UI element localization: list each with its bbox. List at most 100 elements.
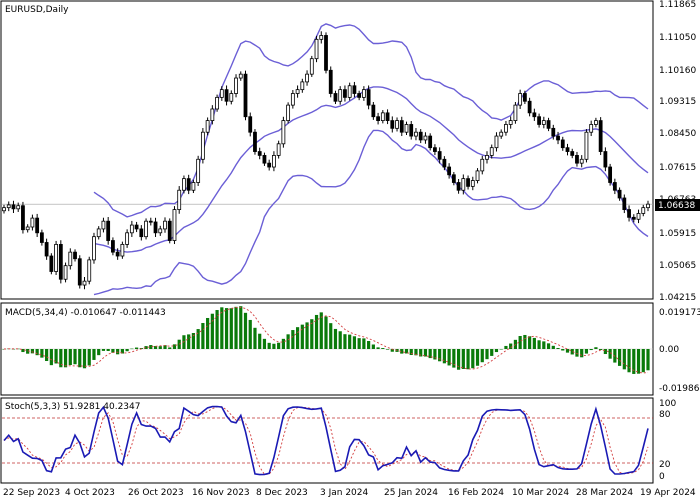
candle-body (319, 35, 324, 40)
macd-y-tick: 0.00 (659, 345, 679, 355)
candle-body (333, 93, 338, 102)
candle-body (96, 228, 101, 238)
candle-body (608, 166, 613, 183)
macd-bar (329, 323, 333, 349)
candle-body (527, 100, 532, 114)
macd-bar (187, 334, 191, 349)
macd-bar (201, 322, 205, 349)
candle-body (556, 135, 560, 141)
candle-body (627, 209, 631, 218)
macd-bar (475, 349, 480, 366)
x-label: 22 Sep 2023 (3, 488, 60, 498)
candle-body (499, 131, 504, 137)
candle-body (504, 124, 508, 133)
candle-body (480, 158, 485, 172)
candle-body (286, 104, 291, 121)
candle-body (210, 108, 215, 121)
stoch-main-line (3, 405, 649, 476)
macd-bar (556, 347, 560, 349)
macd-bar (357, 338, 361, 349)
candle-body (267, 162, 272, 168)
candle-body (200, 131, 205, 160)
candle-body (30, 217, 35, 228)
candle-body (579, 158, 584, 164)
candle-body (390, 120, 395, 129)
macd-bar (485, 349, 489, 360)
candle-body (594, 120, 598, 125)
macd-bar (580, 349, 584, 358)
candle-body (532, 112, 537, 118)
candle-body (224, 89, 229, 102)
candle-body (186, 178, 191, 191)
macd-bar (277, 342, 281, 349)
candle-body (617, 189, 622, 199)
x-label: 16 Nov 2023 (192, 488, 250, 498)
candle-body (234, 77, 238, 94)
candle-body (295, 89, 300, 94)
candle-body (238, 73, 243, 79)
macd-bar (196, 329, 200, 349)
candle-body (598, 120, 603, 152)
macd-bar (272, 343, 276, 349)
main-y-tick: 1.05915 (659, 229, 696, 239)
eurusd-chart: EURUSD,Daily MACD(5,34,4) -0.010647 -0.0… (0, 0, 700, 500)
x-label: 3 Jan 2024 (320, 488, 368, 498)
candle-body (309, 58, 314, 75)
chart-svg: EURUSD,Daily MACD(5,34,4) -0.010647 -0.0… (0, 0, 700, 498)
main-y-tick: 1.11050 (659, 33, 696, 43)
macd-bar (646, 349, 650, 371)
candle-body (475, 170, 480, 181)
candle-body (385, 112, 390, 121)
candle-body (172, 209, 177, 241)
x-label: 25 Jan 2024 (384, 488, 438, 498)
candle-body (163, 220, 167, 230)
macd-bar (594, 347, 598, 349)
macd-bar (371, 344, 375, 349)
stoch-layer (2, 405, 653, 476)
main-y-tick: 1.10160 (659, 66, 696, 76)
macd-bar (338, 331, 342, 349)
macd-bar (376, 347, 380, 349)
main-y-tick: 1.07615 (659, 163, 696, 173)
candle-body (177, 189, 182, 210)
macd-bar (125, 349, 129, 352)
candle-body (35, 217, 40, 234)
candle-body (447, 166, 452, 176)
macd-bar (333, 328, 338, 349)
macd-bar (348, 334, 352, 349)
bollinger-upper-band (93, 23, 649, 218)
macd-bar (300, 324, 304, 349)
candle-body (257, 151, 262, 156)
candle-body (305, 73, 309, 83)
macd-bar (546, 343, 551, 349)
main-title: EURUSD,Daily (5, 5, 69, 15)
stoch-title: Stoch(5,3,3) 51.9281 40.2347 (5, 402, 140, 412)
macd-bar (215, 310, 219, 349)
candle-body (248, 116, 253, 133)
candle-body (489, 147, 494, 156)
macd-bar (243, 312, 248, 349)
candle-body (357, 93, 362, 98)
macd-bar (177, 339, 181, 349)
macd-bar (267, 342, 271, 349)
price-badge-label: 1.06638 (658, 201, 695, 211)
candle-body (68, 251, 73, 267)
macd-bar (627, 349, 631, 373)
macd-bar (248, 319, 252, 349)
candle-body (58, 244, 63, 280)
candle-body (101, 220, 106, 230)
bollinger-middle-band (93, 86, 649, 253)
candle-body (253, 131, 257, 152)
candle-body (414, 131, 418, 137)
macd-bar (73, 349, 77, 365)
main-y-tick: 1.09315 (659, 97, 696, 107)
macd-bar (362, 338, 366, 349)
candle-body (16, 205, 21, 210)
candle-body (134, 224, 139, 230)
macd-bar (561, 349, 565, 351)
macd-bar (617, 349, 622, 366)
x-label: 4 Oct 2023 (65, 488, 115, 498)
stoch-signal-line (3, 406, 649, 475)
candle-body (148, 220, 153, 223)
macd-bar (134, 347, 139, 349)
